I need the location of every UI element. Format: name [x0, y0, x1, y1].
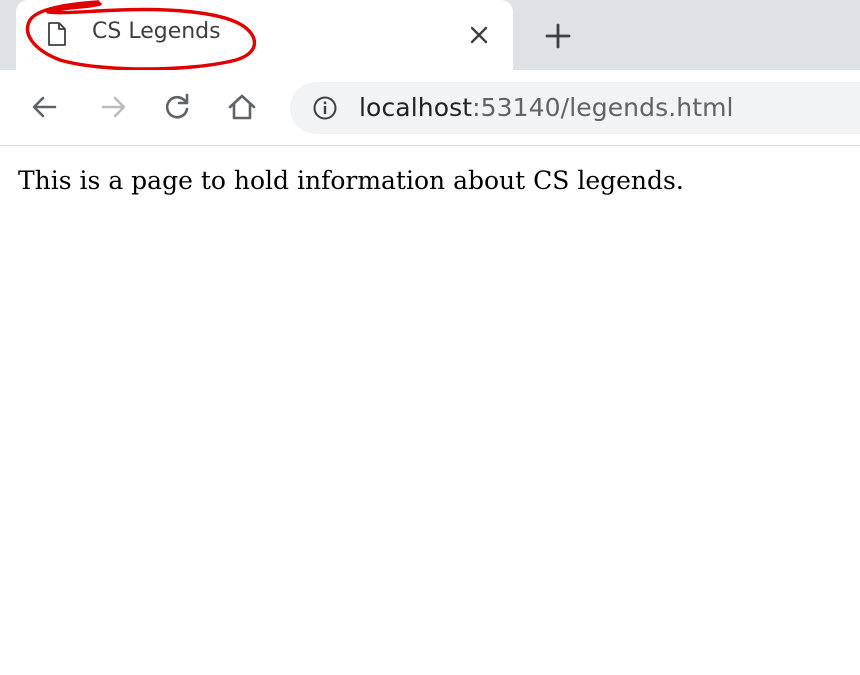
toolbar: localhost:53140/legends.html	[0, 70, 860, 146]
document-icon	[48, 22, 66, 46]
url-host: localhost	[359, 93, 473, 122]
browser-window: CS Legends localhost:53140/legends.html …	[0, 0, 860, 675]
url-text[interactable]: localhost:53140/legends.html	[359, 93, 734, 122]
address-bar[interactable]: localhost:53140/legends.html	[290, 82, 860, 134]
info-icon[interactable]	[312, 95, 338, 121]
close-icon[interactable]	[466, 22, 492, 48]
plus-icon[interactable]	[543, 21, 573, 51]
page-body-text: This is a page to hold information about…	[18, 166, 684, 195]
tab-title: CS Legends	[92, 19, 221, 44]
arrow-left-icon[interactable]	[28, 90, 62, 124]
arrow-right-icon[interactable]	[96, 90, 130, 124]
tab-strip: CS Legends	[0, 0, 860, 70]
url-path: :53140/legends.html	[472, 93, 734, 122]
home-icon[interactable]	[225, 90, 259, 124]
tab-cs-legends[interactable]: CS Legends	[16, 0, 513, 70]
reload-icon[interactable]	[160, 90, 194, 124]
